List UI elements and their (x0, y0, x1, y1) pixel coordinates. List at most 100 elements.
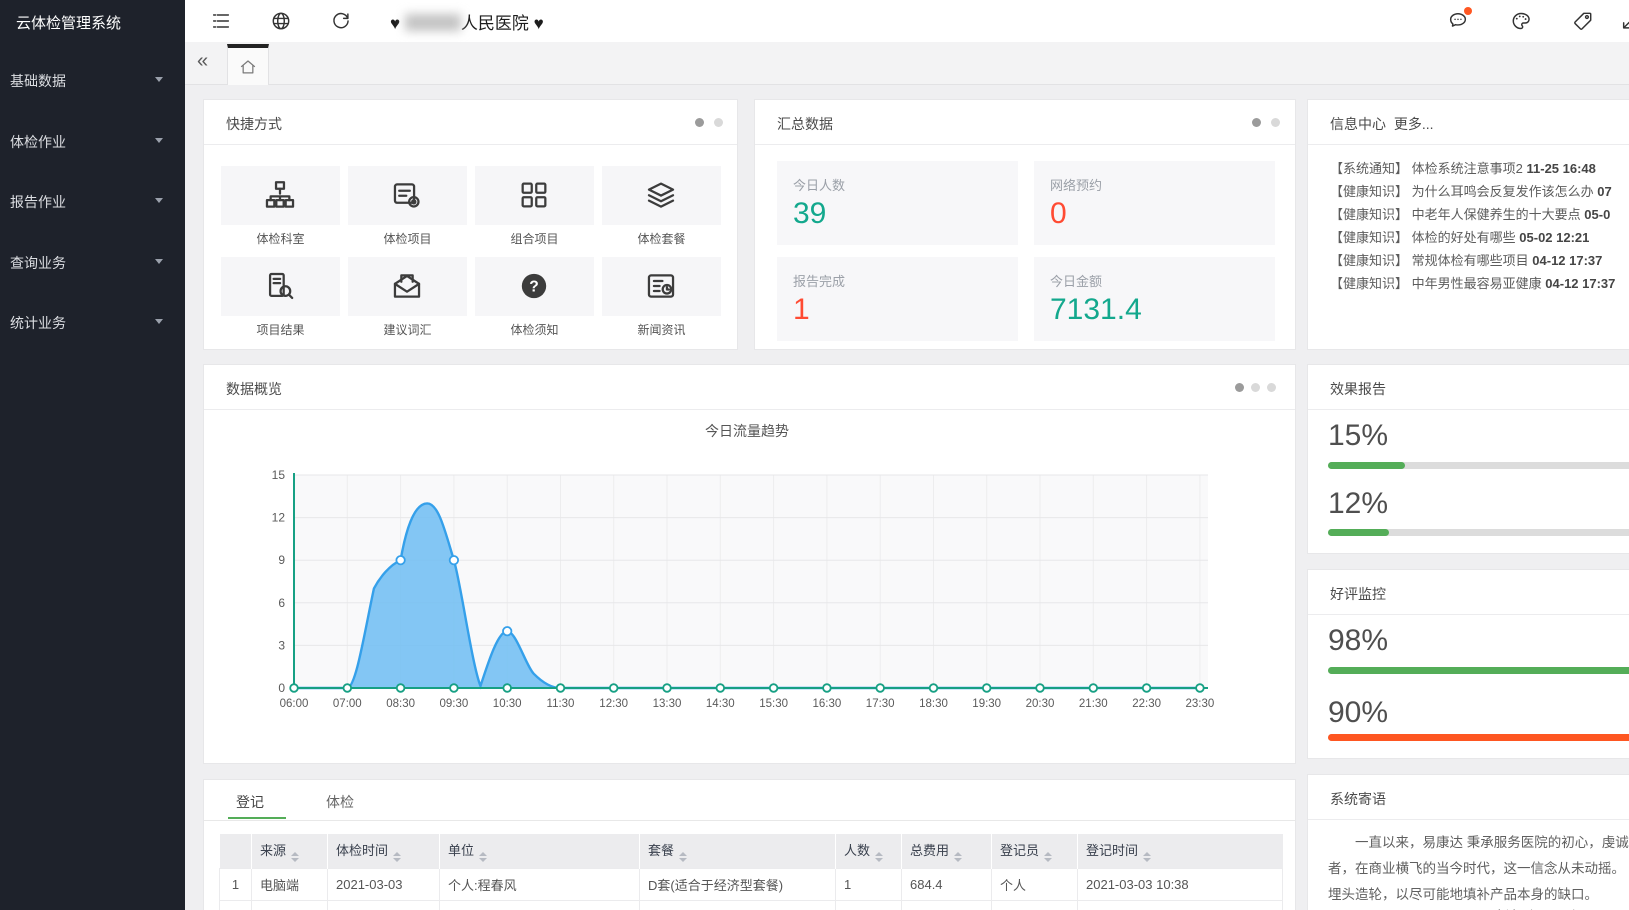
theme-palette-icon[interactable] (1510, 10, 1532, 32)
registry-panel: 登记 体检 来源 体检时间 单位 套餐 人数 总费用 登记员 登记时间 1 电脑… (203, 779, 1296, 910)
progress-bar (1328, 462, 1629, 469)
shortcut-label: 体检须知 (475, 321, 594, 338)
stat-value: 7131.4 (1050, 293, 1142, 327)
x-tick: 18:30 (919, 698, 948, 710)
chevron-down-icon (155, 259, 163, 264)
menu-fold-icon[interactable] (210, 10, 232, 32)
chevron-down-icon (155, 138, 163, 143)
x-tick: 09:30 (440, 698, 469, 710)
info-item[interactable]: 【健康知识】 体检的好处有哪些 05-02 12:21 (1330, 227, 1589, 246)
chevron-down-icon (155, 319, 163, 324)
sitemap-icon (263, 178, 297, 212)
panel-header: 信息中心 更多... (1308, 100, 1629, 145)
shortcut-exam-notice[interactable]: ? (475, 257, 594, 316)
panel-header: 系统寄语 (1308, 775, 1629, 820)
y-axis-ticks: 15 12 9 6 3 0 (272, 468, 286, 695)
sidebar-item-query[interactable]: 查询业务 (0, 240, 185, 284)
grid-icon (517, 178, 551, 212)
y-tick: 3 (278, 638, 285, 652)
x-tick: 12:30 (599, 698, 628, 710)
shortcut-label: 体检套餐 (602, 230, 721, 247)
col-registrar[interactable]: 登记员 (992, 834, 1078, 869)
tab-exam[interactable]: 体检 (326, 792, 354, 812)
quick-access-panel: 快捷方式 体检科室 体检项目 组合项目 体检套餐 ? 项目结果 建议词汇 体检须… (203, 99, 738, 350)
shortcut-news[interactable] (602, 257, 721, 316)
info-item[interactable]: 【健康知识】 中老年人保健养生的十大要点 05-0 (1330, 204, 1610, 223)
tab-home[interactable] (227, 44, 269, 85)
panel-title: 数据概览 (226, 379, 282, 399)
x-axis-ticks: 06:00 07:00 08:30 09:30 10:30 11:30 12:3… (280, 698, 1215, 710)
refresh-icon[interactable] (330, 10, 352, 32)
sidebar-item-statistics[interactable]: 统计业务 (0, 300, 185, 344)
shortcut-combo-item[interactable] (475, 166, 594, 225)
panel-header: 快捷方式 (204, 100, 737, 145)
col-register-time[interactable]: 登记时间 (1078, 834, 1283, 869)
info-item[interactable]: 【系统通知】 体检系统注意事项2 11-25 16:48 (1330, 158, 1596, 177)
panel-title: 系统寄语 (1330, 789, 1386, 809)
question-icon: ? (517, 269, 551, 303)
info-item[interactable]: 【健康知识】 为什么耳鸣会反复发作该怎么办 07 (1330, 181, 1612, 200)
tab-register[interactable]: 登记 (236, 792, 264, 812)
carousel-dot[interactable] (695, 118, 704, 127)
sort-icon (1044, 852, 1052, 862)
system-message-panel: 系统寄语 一直以来，易康达 秉承服务医院的初心，虔诚服务医患 者，在商业横飞的当… (1307, 774, 1629, 910)
carousel-dot[interactable] (1235, 383, 1244, 392)
notification-badge (1464, 7, 1472, 15)
collapse-tabs-icon[interactable]: « (197, 50, 208, 73)
sort-icon (679, 852, 687, 862)
shortcut-exam-package[interactable] (602, 166, 721, 225)
col-people[interactable]: 人数 (836, 834, 902, 869)
panel-header: 汇总数据 (755, 100, 1295, 145)
more-link[interactable]: 更多... (1394, 116, 1434, 132)
sidebar-item-exam-work[interactable]: 体检作业 (0, 119, 185, 163)
sidebar: 云体检管理系统 基础数据 体检作业 报告作业 查询业务 统计业务 (0, 0, 185, 910)
stat-card-report-done: 报告完成 1 (777, 257, 1018, 341)
info-item[interactable]: 【健康知识】 中年男性最容易亚健康 04-12 17:37 (1330, 273, 1615, 292)
fullscreen-icon[interactable] (1620, 10, 1629, 32)
data-overview-panel: 数据概览 今日流量趋势 15 12 9 6 3 0 0 (203, 364, 1296, 764)
carousel-dot[interactable] (1251, 383, 1260, 392)
layers-icon (644, 178, 678, 212)
shortcut-item-result[interactable] (221, 257, 340, 316)
table-row[interactable]: 1 电脑端 2021-03-03 个人:程春风 D套(适合于经济型套餐) 1 6… (220, 869, 1283, 901)
stat-card-today-amount: 今日金额 7131.4 (1034, 257, 1275, 341)
tag-icon[interactable] (1572, 10, 1594, 32)
col-total-fee[interactable]: 总费用 (902, 834, 992, 869)
progress-bar (1328, 529, 1629, 536)
x-tick: 16:30 (813, 698, 842, 710)
divider (204, 820, 1295, 821)
info-center-panel: 信息中心 更多... 【系统通知】 体检系统注意事项2 11-25 16:48 … (1307, 99, 1629, 350)
col-package[interactable]: 套餐 (640, 834, 836, 869)
x-tick: 06:00 (280, 698, 309, 710)
shortcut-label: 建议词汇 (348, 321, 467, 338)
chevron-down-icon (155, 198, 163, 203)
col-unit[interactable]: 单位 (440, 834, 640, 869)
carousel-dot[interactable] (1271, 118, 1280, 127)
table-row[interactable]: 2 电脑端 2021-03-03 个人:刘桂红 自选套餐 1 684 个人 20… (220, 901, 1283, 910)
progress-label: 98% (1328, 624, 1388, 658)
sidebar-item-basic-data[interactable]: 基础数据 (0, 58, 185, 102)
shortcut-suggest-words[interactable] (348, 257, 467, 316)
shortcut-label: 组合项目 (475, 230, 594, 247)
shortcut-exam-department[interactable] (221, 166, 340, 225)
globe-icon[interactable] (270, 10, 292, 32)
messages-icon[interactable] (1447, 10, 1469, 32)
progress-label: 15% (1328, 419, 1388, 453)
col-source[interactable]: 来源 (252, 834, 328, 869)
x-tick: 14:30 (706, 698, 735, 710)
praise-monitor-panel: 好评监控 98% 90% (1307, 569, 1629, 759)
sort-icon (479, 852, 487, 862)
col-exam-time[interactable]: 体检时间 (328, 834, 440, 869)
carousel-dot[interactable] (714, 118, 723, 127)
x-tick: 13:30 (653, 698, 682, 710)
sidebar-item-report-work[interactable]: 报告作业 (0, 179, 185, 223)
x-tick: 19:30 (972, 698, 1001, 710)
stat-card-online-booking: 网络预约 0 (1034, 161, 1275, 245)
news-icon (644, 269, 678, 303)
info-item[interactable]: 【健康知识】 常规体检有哪些项目 04-12 17:37 (1330, 250, 1602, 269)
x-tick: 22:30 (1132, 698, 1161, 710)
carousel-dot[interactable] (1252, 118, 1261, 127)
carousel-dot[interactable] (1267, 383, 1276, 392)
stat-card-today-people: 今日人数 39 (777, 161, 1018, 245)
shortcut-exam-item[interactable] (348, 166, 467, 225)
